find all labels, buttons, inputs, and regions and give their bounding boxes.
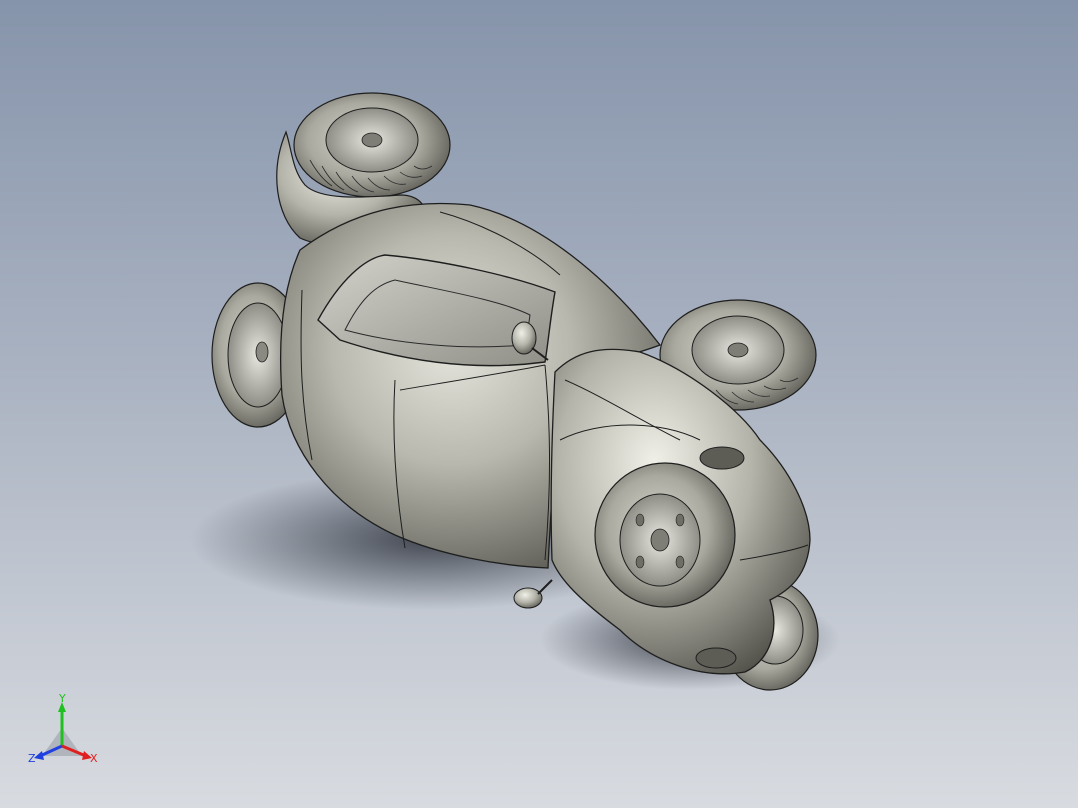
headlight xyxy=(699,446,745,470)
headlight xyxy=(695,647,737,669)
view-orientation-triad: Y X Z xyxy=(28,694,98,765)
x-axis-label: X xyxy=(90,752,98,765)
front-left-wheel[interactable] xyxy=(293,92,451,198)
y-axis-label: Y xyxy=(58,694,66,705)
model-view[interactable] xyxy=(0,0,1078,808)
graphics-viewport[interactable]: Y X Z xyxy=(0,0,1078,808)
z-axis-label: Z xyxy=(28,752,36,765)
middle-right-wheel[interactable] xyxy=(594,462,736,608)
